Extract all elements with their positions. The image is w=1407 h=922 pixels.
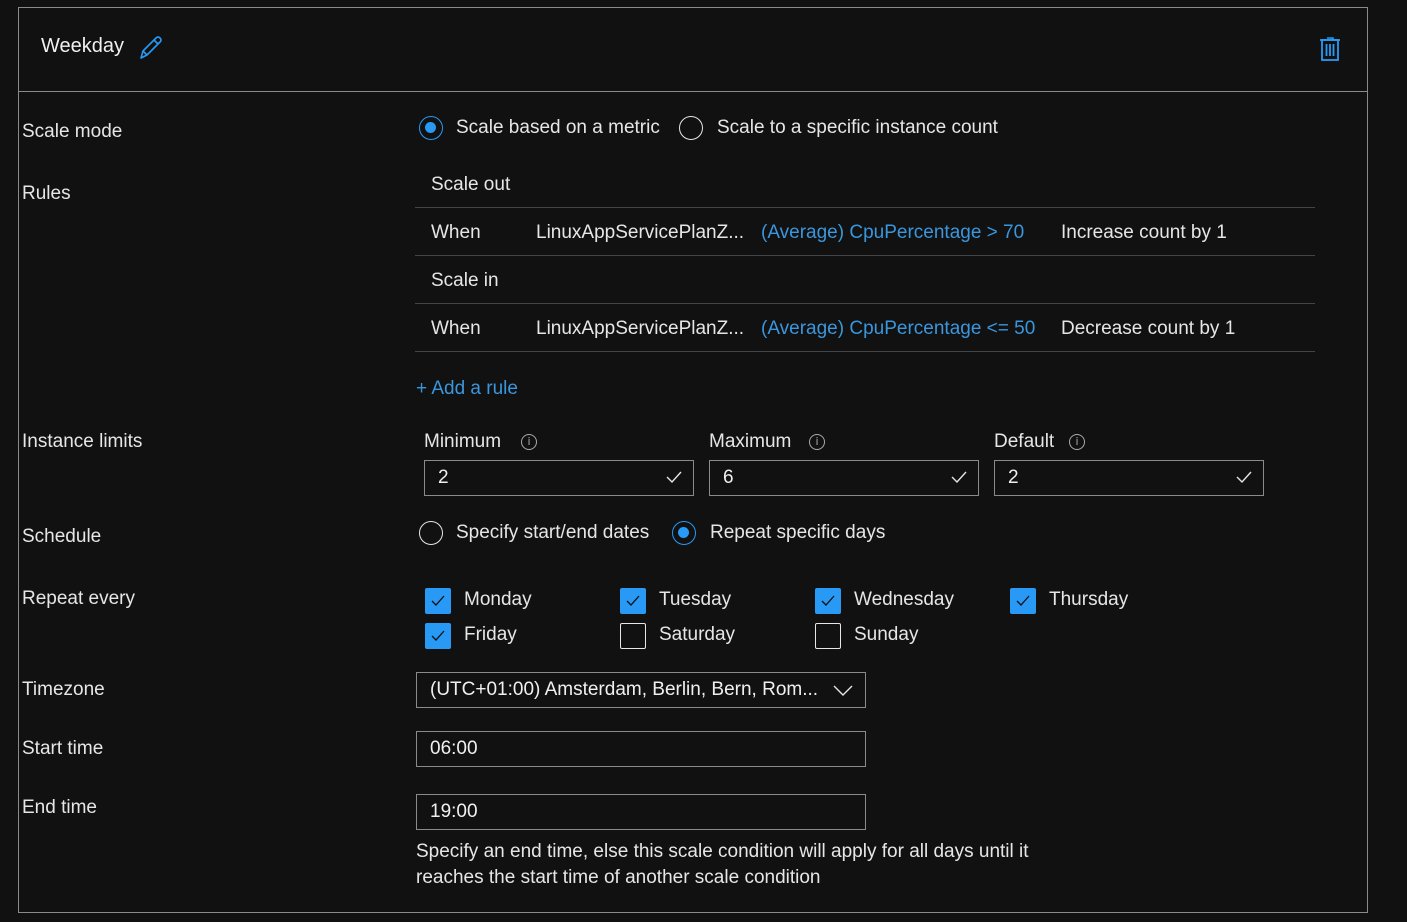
info-icon[interactable]: i xyxy=(809,434,825,450)
checkmark-icon xyxy=(821,595,835,606)
default-value: 2 xyxy=(1008,467,1019,488)
chevron-down-icon xyxy=(833,685,853,696)
checkmark-icon xyxy=(431,595,445,606)
default-input[interactable]: 2 xyxy=(994,460,1264,496)
divider xyxy=(415,351,1315,352)
day-label[interactable]: Wednesday xyxy=(854,589,954,611)
rule-condition-link[interactable]: (Average) CpuPercentage <= 50 xyxy=(761,318,1035,340)
checkmark-icon xyxy=(626,595,640,606)
end-time-hint: Specify an end time, else this scale con… xyxy=(416,841,1029,862)
repeat-days-label[interactable]: Repeat specific days xyxy=(710,522,885,544)
end-time-hint: reaches the start time of another scale … xyxy=(416,867,821,888)
timezone-value: (UTC+01:00) Amsterdam, Berlin, Bern, Rom… xyxy=(430,679,819,700)
repeat-every-label: Repeat every xyxy=(22,588,136,609)
minimum-value: 2 xyxy=(438,467,449,488)
checkmark-icon xyxy=(1236,471,1252,484)
maximum-value: 6 xyxy=(723,467,734,488)
timezone-label: Timezone xyxy=(22,679,105,700)
checkmark-icon xyxy=(1016,595,1030,606)
checkbox[interactable] xyxy=(620,588,646,614)
scale-instance-count-label[interactable]: Scale to a specific instance count xyxy=(717,117,998,139)
scale-metric-radio[interactable] xyxy=(419,116,443,140)
checkbox[interactable] xyxy=(815,588,841,614)
scale-metric-label[interactable]: Scale based on a metric xyxy=(456,117,660,139)
checkbox[interactable] xyxy=(1010,588,1036,614)
add-rule-link[interactable]: + Add a rule xyxy=(416,378,518,400)
day-label[interactable]: Saturday xyxy=(659,624,735,646)
rule-resource: LinuxAppServicePlanZ... xyxy=(536,318,745,339)
end-time-value: 19:00 xyxy=(430,801,478,822)
timezone-dropdown[interactable]: (UTC+01:00) Amsterdam, Berlin, Bern, Rom… xyxy=(416,672,866,708)
day-label[interactable]: Thursday xyxy=(1049,589,1128,611)
rule-action: Increase count by 1 xyxy=(1061,222,1227,243)
condition-title: Weekday xyxy=(41,35,125,57)
rule-when: When xyxy=(431,318,481,339)
pencil-icon[interactable] xyxy=(137,34,163,62)
maximum-label: Maximum xyxy=(709,431,792,452)
rule-when: When xyxy=(431,222,481,243)
start-time-value: 06:00 xyxy=(430,738,478,759)
schedule-label: Schedule xyxy=(22,526,102,547)
end-time-label: End time xyxy=(22,797,97,818)
rule-condition-link[interactable]: (Average) CpuPercentage > 70 xyxy=(761,222,1024,244)
divider xyxy=(415,207,1315,208)
checkmark-icon xyxy=(951,471,967,484)
default-label: Default xyxy=(994,431,1055,452)
info-icon[interactable]: i xyxy=(521,434,537,450)
instance-limits-label: Instance limits xyxy=(22,431,143,452)
scale-out-heading: Scale out xyxy=(431,174,511,195)
checkbox[interactable] xyxy=(815,623,841,649)
info-icon[interactable]: i xyxy=(1069,434,1085,450)
scale-instance-count-radio[interactable] xyxy=(679,116,703,140)
scale-in-heading: Scale in xyxy=(431,270,499,291)
rule-resource: LinuxAppServicePlanZ... xyxy=(536,222,745,243)
start-time-input[interactable]: 06:00 xyxy=(416,731,866,767)
scale-mode-label: Scale mode xyxy=(22,121,123,142)
minimum-input[interactable]: 2 xyxy=(424,460,694,496)
minimum-label: Minimum xyxy=(424,431,502,452)
maximum-input[interactable]: 6 xyxy=(709,460,979,496)
checkbox[interactable] xyxy=(620,623,646,649)
day-label[interactable]: Tuesday xyxy=(659,589,731,611)
day-label[interactable]: Sunday xyxy=(854,624,918,646)
rules-label: Rules xyxy=(22,183,71,204)
checkmark-icon xyxy=(431,630,445,641)
day-label[interactable]: Monday xyxy=(464,589,532,611)
trash-icon[interactable] xyxy=(1319,35,1341,63)
day-label[interactable]: Friday xyxy=(464,624,517,646)
checkbox[interactable] xyxy=(425,623,451,649)
start-end-dates-label[interactable]: Specify start/end dates xyxy=(456,522,649,544)
rule-action: Decrease count by 1 xyxy=(1061,318,1236,339)
end-time-input[interactable]: 19:00 xyxy=(416,794,866,830)
divider xyxy=(415,303,1315,304)
checkmark-icon xyxy=(666,471,682,484)
condition-header: Weekday xyxy=(19,8,1367,92)
start-time-label: Start time xyxy=(22,738,104,759)
divider xyxy=(415,255,1315,256)
start-end-dates-radio[interactable] xyxy=(419,521,443,545)
repeat-days-radio[interactable] xyxy=(672,521,696,545)
checkbox[interactable] xyxy=(425,588,451,614)
